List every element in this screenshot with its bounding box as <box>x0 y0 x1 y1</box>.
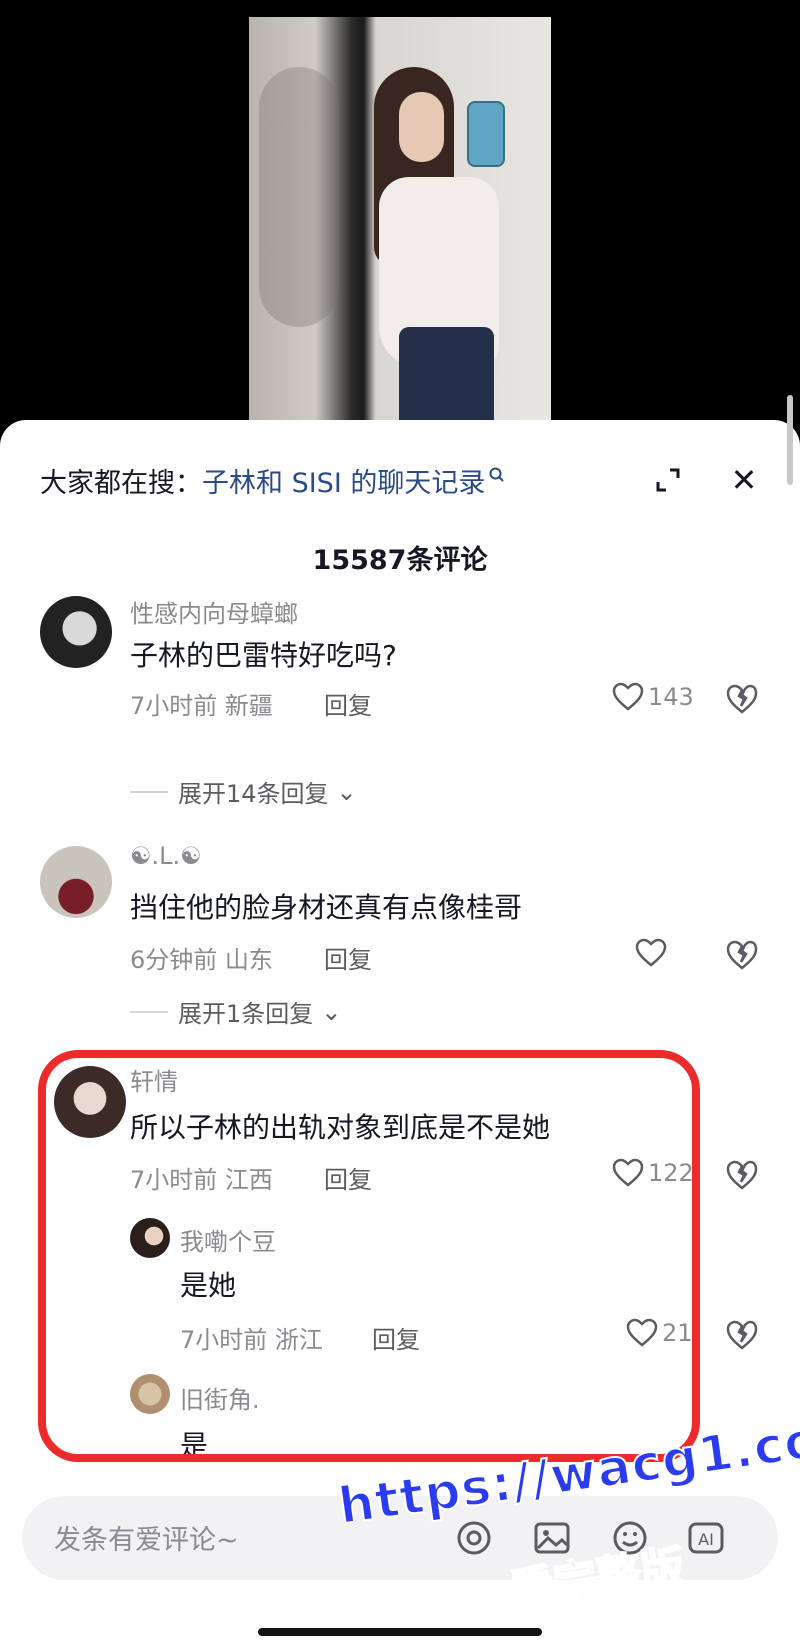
comment-author[interactable]: ☯.L.☯ <box>130 842 202 870</box>
expand-replies-label: 展开14条回复 <box>178 780 329 808</box>
expand-replies-label: 展开1条回复 <box>178 1000 314 1028</box>
heart-icon <box>612 682 644 711</box>
expand-replies-button[interactable]: 展开1条回复 ⌄ <box>130 994 341 1029</box>
heart-icon <box>635 938 667 967</box>
scrollbar[interactable] <box>787 395 793 485</box>
avatar[interactable] <box>40 846 112 918</box>
comment-count: 15587条评论 <box>312 545 488 576</box>
comment-meta: 6分钟前 山东 <box>130 946 273 974</box>
figure-face <box>399 92 444 162</box>
trending-search-term[interactable]: 子林和 SISI 的聊天记录 <box>202 461 485 500</box>
trending-search[interactable]: 大家都在搜： 子林和 SISI 的聊天记录 <box>40 460 505 500</box>
avatar[interactable] <box>40 596 112 668</box>
search-icon <box>489 467 505 482</box>
video-player[interactable] <box>0 0 800 440</box>
video-thumbnail[interactable] <box>249 17 551 440</box>
mirror-reflection <box>259 67 339 327</box>
broken-heart-icon[interactable] <box>725 1318 759 1352</box>
home-indicator[interactable] <box>258 1628 542 1636</box>
figure-phone <box>467 101 505 167</box>
divider <box>130 1010 168 1013</box>
divider <box>130 790 168 793</box>
broken-heart-icon[interactable] <box>725 938 759 972</box>
comment-text: 子林的巴雷特好吃吗? <box>130 639 397 672</box>
like-button[interactable]: 143 <box>612 682 694 712</box>
broken-heart-icon[interactable] <box>725 682 759 716</box>
comment-meta: 7小时前 新疆 <box>130 692 273 720</box>
reply-button[interactable]: 回复 <box>324 940 372 975</box>
chevron-down-icon: ⌄ <box>336 777 357 806</box>
svg-text:AI: AI <box>698 1530 714 1549</box>
reply-button[interactable]: 回复 <box>324 686 372 721</box>
comment-input[interactable]: 发条有爱评论~ <box>54 1518 239 1557</box>
ai-icon[interactable]: AI <box>686 1518 726 1558</box>
close-icon[interactable]: ✕ <box>728 464 760 496</box>
comment-text: 挡住他的脸身材还真有点像桂哥 <box>130 891 523 924</box>
like-count: 143 <box>648 683 694 711</box>
broken-heart-icon[interactable] <box>725 1158 759 1192</box>
comment-author[interactable]: 性感内向母蟑螂 <box>130 594 298 629</box>
highlight-annotation <box>38 1050 700 1462</box>
expand-replies-button[interactable]: 展开14条回复 ⌄ <box>130 774 357 809</box>
chevron-down-icon: ⌄ <box>321 997 342 1026</box>
at-mention-icon[interactable] <box>454 1518 494 1558</box>
trending-search-prefix: 大家都在搜： <box>40 467 202 499</box>
like-button[interactable] <box>635 938 671 968</box>
fullscreen-icon[interactable] <box>652 464 684 496</box>
